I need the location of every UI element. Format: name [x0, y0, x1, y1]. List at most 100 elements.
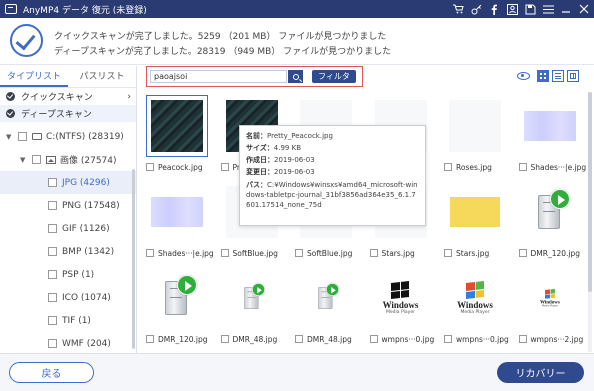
- file-checkbox[interactable]: [295, 335, 303, 343]
- tooltip-created-label: 作成日：: [246, 156, 274, 164]
- deep-scan-row[interactable]: ディープスキャン: [0, 105, 136, 122]
- file-checkbox[interactable]: [444, 163, 452, 171]
- collapse-icon[interactable]: ▼: [20, 156, 28, 164]
- file-checkbox[interactable]: [295, 249, 303, 257]
- chevron-right-icon[interactable]: ›: [127, 92, 131, 102]
- search-input[interactable]: [150, 70, 287, 83]
- tab-path-list[interactable]: パスリスト: [68, 66, 136, 87]
- file-tile[interactable]: Shades···|e.jpg: [140, 177, 214, 264]
- grid-view-button[interactable]: [537, 70, 549, 82]
- file-thumbnail[interactable]: [444, 95, 506, 157]
- file-tile[interactable]: DMR_48.jpg: [215, 263, 289, 350]
- file-tile[interactable]: Windows Media Player wmpns···0.jpg: [364, 263, 438, 350]
- tree-checkbox[interactable]: [48, 178, 57, 187]
- file-tile[interactable]: DMR_48.jpg: [289, 263, 363, 350]
- tree-checkbox[interactable]: [18, 132, 27, 141]
- save-icon[interactable]: [524, 3, 536, 15]
- preview-eye-icon[interactable]: [517, 72, 530, 80]
- file-info-tooltip: 名前：Pretty_Peacock.jpg サイズ：4.99 KB 作成日：20…: [239, 125, 426, 226]
- filter-button[interactable]: フィルタ: [312, 70, 356, 83]
- tree-checkbox[interactable]: [48, 247, 57, 256]
- file-checkbox[interactable]: [220, 249, 229, 257]
- tree-item-images[interactable]: ▼ 画像 (27574): [0, 148, 136, 171]
- close-icon[interactable]: [578, 3, 590, 15]
- menu-icon[interactable]: [542, 3, 554, 15]
- cart-icon[interactable]: [452, 3, 464, 15]
- media-server-icon: [313, 283, 339, 313]
- tree-checkbox[interactable]: [48, 293, 57, 302]
- file-checkbox[interactable]: [518, 163, 527, 171]
- file-checkbox[interactable]: [220, 335, 229, 343]
- quick-scan-row[interactable]: クイックスキャン ›: [0, 88, 136, 105]
- file-thumbnail[interactable]: [146, 267, 208, 329]
- file-checkbox[interactable]: [369, 249, 378, 257]
- file-tile[interactable]: Roses.jpg: [438, 91, 512, 178]
- file-checkbox[interactable]: [369, 335, 378, 343]
- collapse-icon[interactable]: ▼: [6, 133, 14, 141]
- sidebar-scrollbar[interactable]: [132, 169, 135, 349]
- file-checkbox[interactable]: [146, 335, 154, 343]
- tree-checkbox[interactable]: [48, 339, 57, 348]
- scan-complete-check-icon: [10, 24, 43, 57]
- user-icon[interactable]: [506, 3, 518, 15]
- file-thumbnail[interactable]: [518, 95, 581, 157]
- file-caption: DMR_120.jpg: [146, 333, 214, 345]
- tree-checkbox[interactable]: [48, 224, 57, 233]
- file-thumbnail[interactable]: [146, 95, 208, 157]
- file-checkbox[interactable]: [220, 163, 229, 171]
- file-thumbnail[interactable]: Windows Media Player: [518, 267, 581, 329]
- tree-item-bmp[interactable]: BMP (1342): [0, 240, 136, 263]
- file-thumbnail[interactable]: Windows Media Player: [369, 267, 432, 329]
- file-caption: DMR_48.jpg: [220, 333, 289, 345]
- file-thumbnail[interactable]: [146, 181, 208, 243]
- file-caption: SoftBlue.jpg: [220, 247, 289, 259]
- file-tile[interactable]: Stars.jpg: [438, 177, 512, 264]
- minimize-icon[interactable]: [560, 3, 572, 15]
- tree-checkbox[interactable]: [48, 316, 57, 325]
- tooltip-path-label: パス：: [246, 181, 267, 189]
- detail-view-button[interactable]: [567, 70, 579, 82]
- tree-item-label: 画像 (27574): [60, 156, 117, 166]
- tree-checkbox[interactable]: [48, 270, 57, 279]
- file-thumbnail[interactable]: [220, 267, 283, 329]
- back-button[interactable]: 戻る: [9, 362, 94, 383]
- file-name: wmpns···0.jpg: [456, 334, 509, 344]
- file-checkbox[interactable]: [444, 249, 452, 257]
- file-name: Roses.jpg: [456, 162, 492, 172]
- file-tile[interactable]: Peacock.jpg: [140, 91, 214, 178]
- file-checkbox[interactable]: [146, 163, 154, 171]
- list-view-button[interactable]: [552, 70, 564, 82]
- key-icon[interactable]: [470, 3, 482, 15]
- file-checkbox[interactable]: [518, 249, 527, 257]
- tree-item-jpg[interactable]: JPG (4296): [0, 171, 136, 194]
- tree-item-psp[interactable]: PSP (1): [0, 263, 136, 286]
- file-tile[interactable]: DMR_120.jpg: [140, 263, 214, 350]
- tree-item-tif[interactable]: TIF (1): [0, 309, 136, 332]
- file-thumbnail[interactable]: [295, 267, 357, 329]
- file-tile[interactable]: Windows Media Player wmpns···0.jpg: [438, 263, 512, 350]
- search-button[interactable]: [288, 70, 303, 83]
- tree-checkbox[interactable]: [48, 201, 57, 210]
- tree-item-drive[interactable]: ▼ C:(NTFS) (28319): [0, 125, 136, 148]
- file-thumbnail[interactable]: [444, 181, 506, 243]
- tree-checkbox[interactable]: [32, 155, 41, 164]
- tree-item-wmf[interactable]: WMF (204): [0, 332, 136, 353]
- file-thumbnail[interactable]: Windows Media Player: [444, 267, 506, 329]
- tooltip-name-label: 名前：: [246, 132, 267, 140]
- file-tile[interactable]: DMR_120.jpg: [513, 177, 587, 264]
- tree-item-label: PNG (17548): [62, 200, 120, 211]
- recover-button[interactable]: リカバリー: [497, 362, 584, 383]
- tree-item-ico[interactable]: ICO (1074): [0, 286, 136, 309]
- file-checkbox[interactable]: [146, 249, 154, 257]
- grid-scrollbar-thumb[interactable]: [588, 92, 592, 292]
- file-checkbox[interactable]: [518, 335, 527, 343]
- facebook-icon[interactable]: [488, 3, 500, 15]
- file-tile[interactable]: Windows Media Player wmpns···2.jpg: [513, 263, 587, 350]
- file-name: SoftBlue.jpg: [307, 248, 353, 258]
- file-checkbox[interactable]: [444, 335, 452, 343]
- tree-item-gif[interactable]: GIF (1126): [0, 217, 136, 240]
- tab-type-list[interactable]: タイプリスト: [0, 66, 68, 87]
- file-tile[interactable]: Shades···|e.jpg: [513, 91, 587, 178]
- file-thumbnail[interactable]: [518, 181, 581, 243]
- tree-item-png[interactable]: PNG (17548): [0, 194, 136, 217]
